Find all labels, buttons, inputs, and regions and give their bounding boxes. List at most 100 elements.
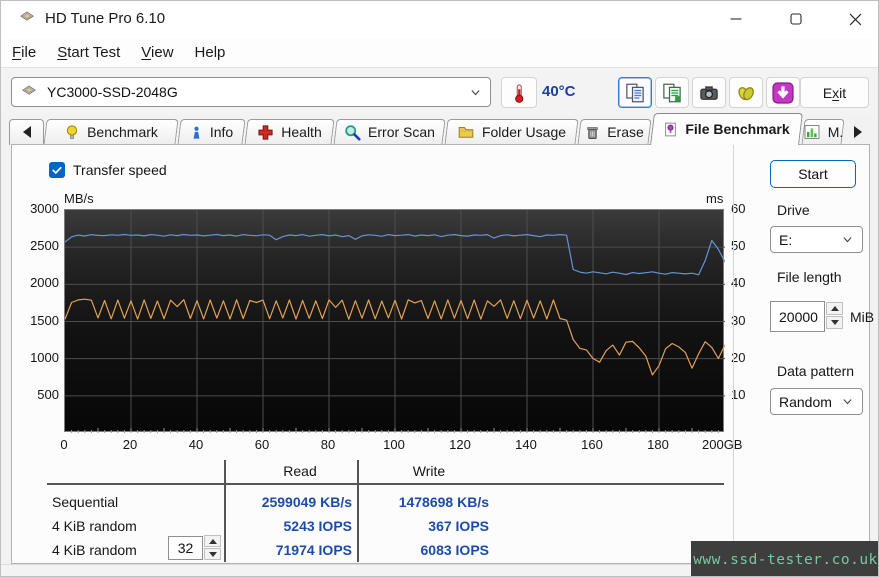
menu-item-help[interactable]: Help (185, 41, 236, 64)
download-icon (772, 81, 794, 104)
tab-benchmark[interactable]: Benchmark (43, 119, 179, 145)
step-down-button[interactable] (204, 548, 221, 560)
data-pattern-value: Random (779, 393, 832, 410)
tab-file-benchmark[interactable]: File Benchmark (650, 113, 803, 145)
folder-icon (457, 124, 475, 140)
file-length-input[interactable]: 20000 (770, 301, 825, 332)
y-axis-left-tick: 1500 (30, 312, 59, 328)
y-axis-right-tick: 60 (731, 201, 746, 216)
result-write-value: 6083 IOPS (420, 542, 490, 558)
file-benchmark-icon (663, 121, 678, 138)
x-axis-tick: 80 (320, 437, 336, 452)
menu-item-file[interactable]: File (2, 41, 46, 64)
arrow-up-icon (830, 306, 839, 311)
x-axis-tick: 40 (188, 437, 204, 452)
menu-item-start-test[interactable]: Start Test (47, 41, 130, 64)
x-axis-tick: 160 (581, 437, 603, 452)
scroll-left-icon (22, 126, 31, 138)
step-up-button[interactable] (204, 535, 221, 547)
table-header-rule (47, 483, 724, 485)
tab-label: Erase (607, 124, 644, 140)
close-button[interactable] (832, 1, 878, 37)
queue-depth-input[interactable]: 32 (168, 536, 203, 560)
result-read-value: 5243 IOPS (283, 518, 353, 534)
step-down-button[interactable] (826, 316, 843, 329)
y-axis-right-tick: 50 (731, 238, 746, 254)
target-drive-combobox[interactable]: E: (770, 226, 863, 253)
y-axis-right-tick: 40 (731, 275, 746, 291)
copy-to-spreadsheet-button[interactable] (655, 77, 689, 108)
x-axis-tick: 120 (449, 437, 471, 452)
screenshot-button[interactable] (692, 77, 726, 108)
y-axis-right-tick: 30 (731, 312, 746, 328)
file-length-label: File length (777, 269, 842, 285)
app-window: HD Tune Pro 6.10 File Start Test View Help … (0, 0, 879, 577)
benchmark-chart (64, 209, 725, 433)
drive-label: Drive (777, 202, 810, 218)
drive-select-combobox[interactable]: YC3000-SSD-2048G (11, 77, 491, 107)
search-icon (344, 124, 361, 141)
x-axis-tick: 100 (383, 437, 405, 452)
camera-icon (699, 83, 719, 103)
tab-scroll-right-button[interactable] (847, 119, 869, 145)
copy-icon (625, 83, 645, 103)
x-axis-tick: 20 (122, 437, 138, 452)
transfer-speed-checkbox[interactable] (49, 162, 65, 178)
y-axis-left-tick: 2000 (30, 275, 59, 291)
tab-m-[interactable]: M. (801, 119, 845, 145)
data-pattern-combobox[interactable]: Random (770, 388, 863, 415)
queue-depth-value: 32 (177, 540, 194, 556)
tab-folder-usage[interactable]: Folder Usage (444, 119, 579, 145)
tab-strip: Benchmark Info Health Error Scan Folder … (1, 113, 878, 145)
transfer-speed-label: Transfer speed (73, 162, 167, 178)
watermark-text: www.ssd-tester.co.uk (693, 551, 878, 568)
temperature-button[interactable] (501, 77, 537, 108)
check-icon (52, 166, 62, 175)
exit-button[interactable]: Ex it (800, 77, 869, 108)
chevron-down-icon (841, 233, 854, 246)
step-up-button[interactable] (826, 302, 843, 315)
info-icon (190, 124, 203, 141)
file-length-stepper[interactable] (826, 302, 843, 329)
queue-depth-stepper[interactable] (204, 535, 221, 560)
y-axis-left-tick: 1000 (30, 349, 59, 365)
menu-item-view[interactable]: View (131, 41, 183, 64)
title-bar[interactable]: HD Tune Pro 6.10 (1, 1, 878, 38)
tab-scroll-left-button[interactable] (9, 119, 44, 145)
result-row-label: Sequential (52, 494, 119, 510)
minimize-button[interactable] (713, 1, 759, 37)
target-drive-value: E: (779, 231, 793, 248)
x-axis-tick: 140 (515, 437, 537, 452)
tab-health[interactable]: Health (244, 119, 335, 145)
menu-bar: File Start Test View Help (1, 38, 878, 67)
tab-erase[interactable]: Erase (577, 119, 652, 145)
y-axis-left-unit: MB/s (64, 191, 94, 206)
y-axis-right-tick: 20 (731, 349, 746, 365)
copy-excel-icon (662, 83, 682, 103)
chevron-down-icon (841, 395, 854, 408)
copy-button[interactable] (618, 77, 652, 108)
write-column-header: Write (412, 463, 446, 479)
maximize-button[interactable] (773, 1, 819, 37)
start-button[interactable]: Start (770, 160, 856, 188)
save-button[interactable] (766, 77, 800, 108)
tab-label: M. (827, 124, 844, 140)
watermark: www.ssd-tester.co.uk (691, 541, 878, 576)
scroll-right-icon (854, 126, 862, 138)
temperature-value: 40°C (542, 83, 576, 100)
tab-label: File Benchmark (685, 121, 790, 137)
tab-info[interactable]: Info (177, 119, 246, 145)
tab-label: Benchmark (87, 124, 158, 140)
chevron-down-icon (469, 86, 482, 99)
donate-icon (736, 83, 756, 103)
x-axis-tick: 0 (60, 437, 68, 452)
tab-label: Error Scan (368, 124, 435, 140)
result-read-value: 2599049 KB/s (261, 494, 352, 510)
file-length-unit: MiB (850, 309, 875, 325)
arrow-down-icon (208, 551, 217, 557)
tab-error-scan[interactable]: Error Scan (333, 119, 446, 145)
y-axis-right-unit: ms (706, 191, 724, 206)
file-length-value: 20000 (779, 308, 818, 325)
read-column-header: Read (283, 463, 317, 479)
donate-button[interactable] (729, 77, 763, 108)
